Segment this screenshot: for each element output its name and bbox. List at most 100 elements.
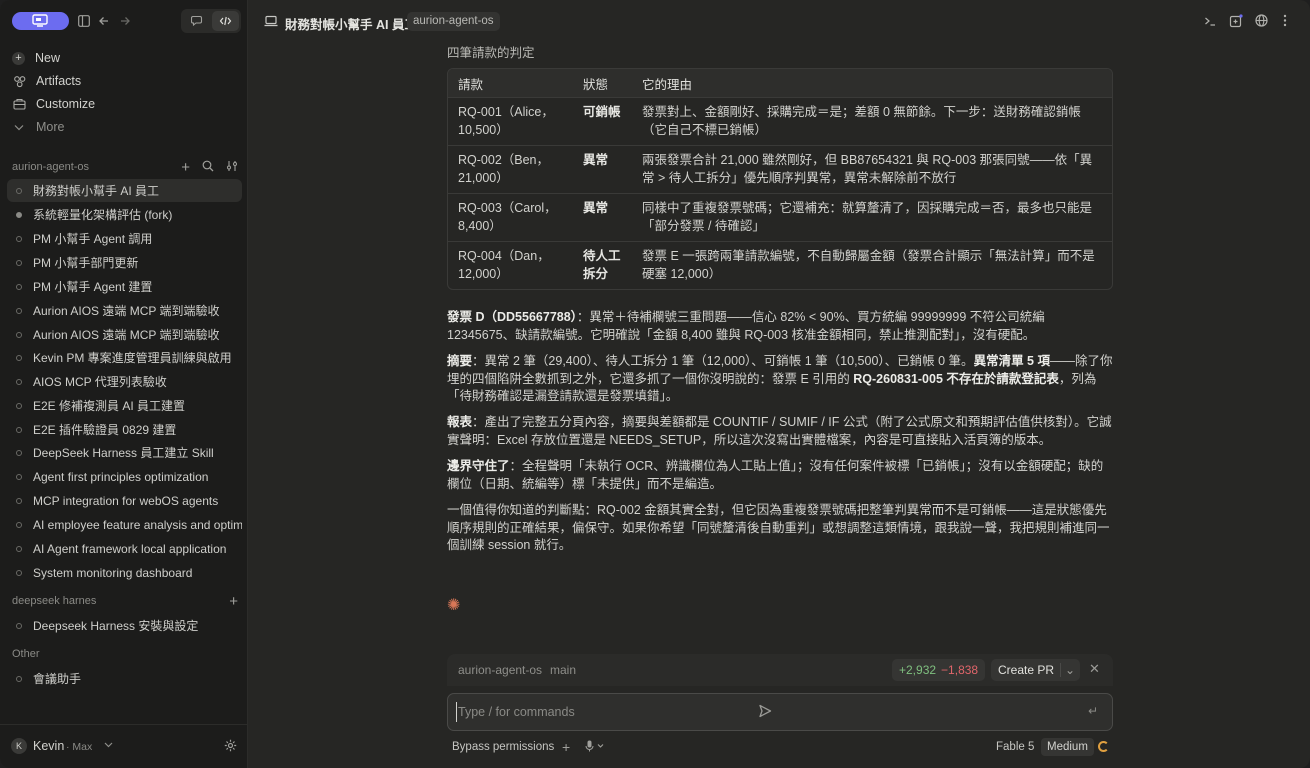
paragraph-text: ：異常 2 筆（29,400）、待人工拆分 1 筆（12,000）、可銷帳 1 … (472, 354, 974, 368)
search-icon[interactable] (202, 160, 214, 175)
close-icon[interactable]: ✕ (1089, 661, 1100, 677)
conversation-title: AI employee feature analysis and optimiz… (33, 517, 242, 532)
repo-badge[interactable]: aurion-agent-os (407, 12, 500, 31)
nav-label: More (36, 120, 65, 134)
panel-add-icon[interactable] (1229, 14, 1243, 28)
microphone-icon[interactable] (585, 740, 605, 755)
conversation-item[interactable]: PM 小幫手部門更新 (7, 251, 242, 274)
effort-badge[interactable]: Medium (1041, 738, 1094, 756)
conversation-item[interactable]: Kevin PM 專案進度管理員訓練與啟用 (7, 346, 242, 369)
back-arrow-icon[interactable] (97, 14, 111, 28)
conversation-item[interactable]: 財務對帳小幫手 AI 員工 (7, 179, 242, 202)
conversation-item[interactable]: Aurion AIOS 遠端 MCP 端到端驗收 (7, 323, 242, 346)
conversation-item[interactable]: Aurion AIOS 遠端 MCP 端到端驗收 (7, 299, 242, 322)
conversation-title: AIOS MCP 代理列表驗收 (33, 375, 167, 389)
table-row: RQ-004（Dan，12,000） 待人工拆分 發票 E 一張跨兩筆請款編號，… (448, 242, 1112, 289)
conversation-title: AI Agent framework local application (33, 541, 227, 556)
chevron-down-icon (104, 742, 113, 748)
paragraph-report: 報表：產出了完整五分頁內容，摘要與差額都是 COUNTIF / SUMIF / … (447, 414, 1113, 449)
permissions-button[interactable]: Bypass permissions (452, 741, 554, 753)
paragraph-lead: 異常清單 5 項 (973, 354, 1050, 368)
conversation-item[interactable]: AI employee feature analysis and optimiz… (7, 513, 242, 536)
conversation-item[interactable]: PM 小幫手 Agent 調用 (7, 227, 242, 250)
conversation-title: Kevin PM 專案進度管理員訓練與啟用 (33, 351, 232, 365)
paragraph-summary: 摘要：異常 2 筆（29,400）、待人工拆分 1 筆（12,000）、可銷帳 … (447, 353, 1113, 406)
status-dot-icon (16, 259, 22, 266)
conversation-title: Agent first principles optimization (33, 469, 209, 484)
chat-view-button[interactable] (183, 11, 211, 31)
chevron-down-icon[interactable]: ⌄ (1065, 659, 1075, 681)
settings-gear-icon[interactable] (224, 739, 237, 752)
app-window: + New Artifacts Customize More aurion-ag… (0, 0, 1310, 768)
add-conversation-icon[interactable]: + (229, 593, 238, 610)
model-selector[interactable]: Fable 5 (996, 741, 1034, 753)
table-header: 它的理由 (632, 69, 1112, 98)
conversation-title: System monitoring dashboard (33, 565, 193, 580)
reason-cell: 發票對上、金額剛好、採購完成＝是；差額 0 無節餘。下一步：送財務確認銷帳（它自… (632, 98, 1112, 146)
conversation-item[interactable]: Agent first principles optimization (7, 465, 242, 488)
git-branch[interactable]: main (550, 663, 576, 677)
header: 財務對帳小幫手 AI 員工 aurion-agent-os (249, 0, 1310, 42)
request-cell: RQ-003（Carol，8,400） (448, 194, 573, 242)
conversation-item[interactable]: DeepSeek Harness 員工建立 Skill (7, 441, 242, 464)
table-header: 請款 (448, 69, 573, 98)
conversation-title: 系統輕量化架構評估 (fork) (33, 208, 173, 222)
paragraph-lead: 發票 D（DD55667788） (447, 310, 577, 324)
conversation-item[interactable]: MCP integration for webOS agents (7, 489, 242, 512)
nav-new[interactable]: + New (8, 47, 240, 69)
conversation-item[interactable]: AIOS MCP 代理列表驗收 (7, 370, 242, 393)
conversation-item[interactable]: Deepseek Harness 安裝與設定 (7, 614, 242, 637)
status-dot-icon (16, 473, 22, 480)
conversation-title: MCP integration for webOS agents (33, 493, 219, 508)
sidebar-toggle-icon[interactable] (77, 14, 91, 28)
send-icon[interactable] (758, 704, 772, 721)
page-title: 財務對帳小幫手 AI 員工 (285, 18, 417, 32)
request-table: 請款 狀態 它的理由 RQ-001（Alice，10,500） 可銷帳 發票對上… (447, 68, 1113, 290)
terminal-icon[interactable] (1204, 15, 1216, 27)
lines-added: +2,932 (899, 663, 937, 677)
globe-icon[interactable] (1255, 14, 1268, 27)
paragraph-text: 一個值得你知道的判斷點：RQ-002 金額其實全對，但它因為重複發票號碼把整筆判… (447, 503, 1110, 553)
conversation-item[interactable]: AI Agent framework local application (7, 537, 242, 560)
prompt-input[interactable] (456, 702, 746, 722)
loading-spinner-icon (1098, 741, 1109, 752)
user-menu[interactable]: K Kevin · Max (0, 724, 248, 768)
filter-icon[interactable] (226, 160, 238, 175)
create-pr-button[interactable]: Create PR ⌄ (991, 659, 1080, 681)
lines-removed: −1,838 (941, 663, 979, 677)
mode-switch-button[interactable] (12, 12, 69, 30)
conversation-title: PM 小幫手 Agent 調用 (33, 232, 153, 246)
paragraph-lead: 邊界守住了 (447, 459, 510, 473)
reason-cell: 兩張發票合計 21,000 雖然剛好，但 BB87654321 與 RQ-003… (632, 146, 1112, 194)
nav-artifacts[interactable]: Artifacts (8, 70, 240, 92)
reason-cell: 發票 E 一張跨兩筆請款編號，不自動歸屬金額（發票合計顯示「無法計算」而不是硬塞… (642, 249, 1095, 281)
nav-label: New (35, 51, 61, 65)
chat-icon (190, 15, 202, 27)
nav-customize[interactable]: Customize (8, 93, 240, 115)
conversation-title: PM 小幫手部門更新 (33, 256, 139, 270)
forward-arrow-icon[interactable] (118, 14, 132, 28)
attach-plus-icon[interactable]: + (562, 739, 570, 755)
conversation-item[interactable]: E2E 插件驗證員 0829 建置 (7, 418, 242, 441)
conversation-item[interactable]: E2E 修補複測員 AI 員工建置 (7, 394, 242, 417)
add-conversation-icon[interactable]: + (181, 159, 190, 176)
nav-more[interactable]: More (8, 116, 240, 138)
request-cell: RQ-002（Ben，21,000） (448, 146, 573, 194)
table-header-row: 請款 狀態 它的理由 (448, 69, 1112, 98)
project-name: Other (12, 648, 40, 660)
more-options-icon[interactable] (1283, 14, 1287, 27)
artifacts-icon (11, 73, 27, 89)
status-dot-icon (16, 521, 22, 528)
conversation-item[interactable]: PM 小幫手 Agent 建置 (7, 275, 242, 298)
nav-label: Artifacts (36, 74, 82, 88)
avatar: K (11, 738, 27, 754)
desktop-icon (32, 14, 48, 27)
project-group-header: deepseek harnes + (12, 593, 240, 610)
paragraph-invoice-d: 發票 D（DD55667788）：異常＋待補欄號三重問題——信心 82% < 9… (447, 309, 1113, 344)
conversation-item[interactable]: 會議助手 (7, 667, 242, 690)
table-row: RQ-001（Alice，10,500） 可銷帳 發票對上、金額剛好、採購完成＝… (448, 98, 1112, 146)
diff-stats[interactable]: +2,932 −1,838 (892, 659, 986, 681)
conversation-item[interactable]: System monitoring dashboard (7, 561, 242, 584)
code-view-button[interactable] (212, 11, 239, 31)
conversation-item[interactable]: 系統輕量化架構評估 (fork) (7, 203, 242, 226)
